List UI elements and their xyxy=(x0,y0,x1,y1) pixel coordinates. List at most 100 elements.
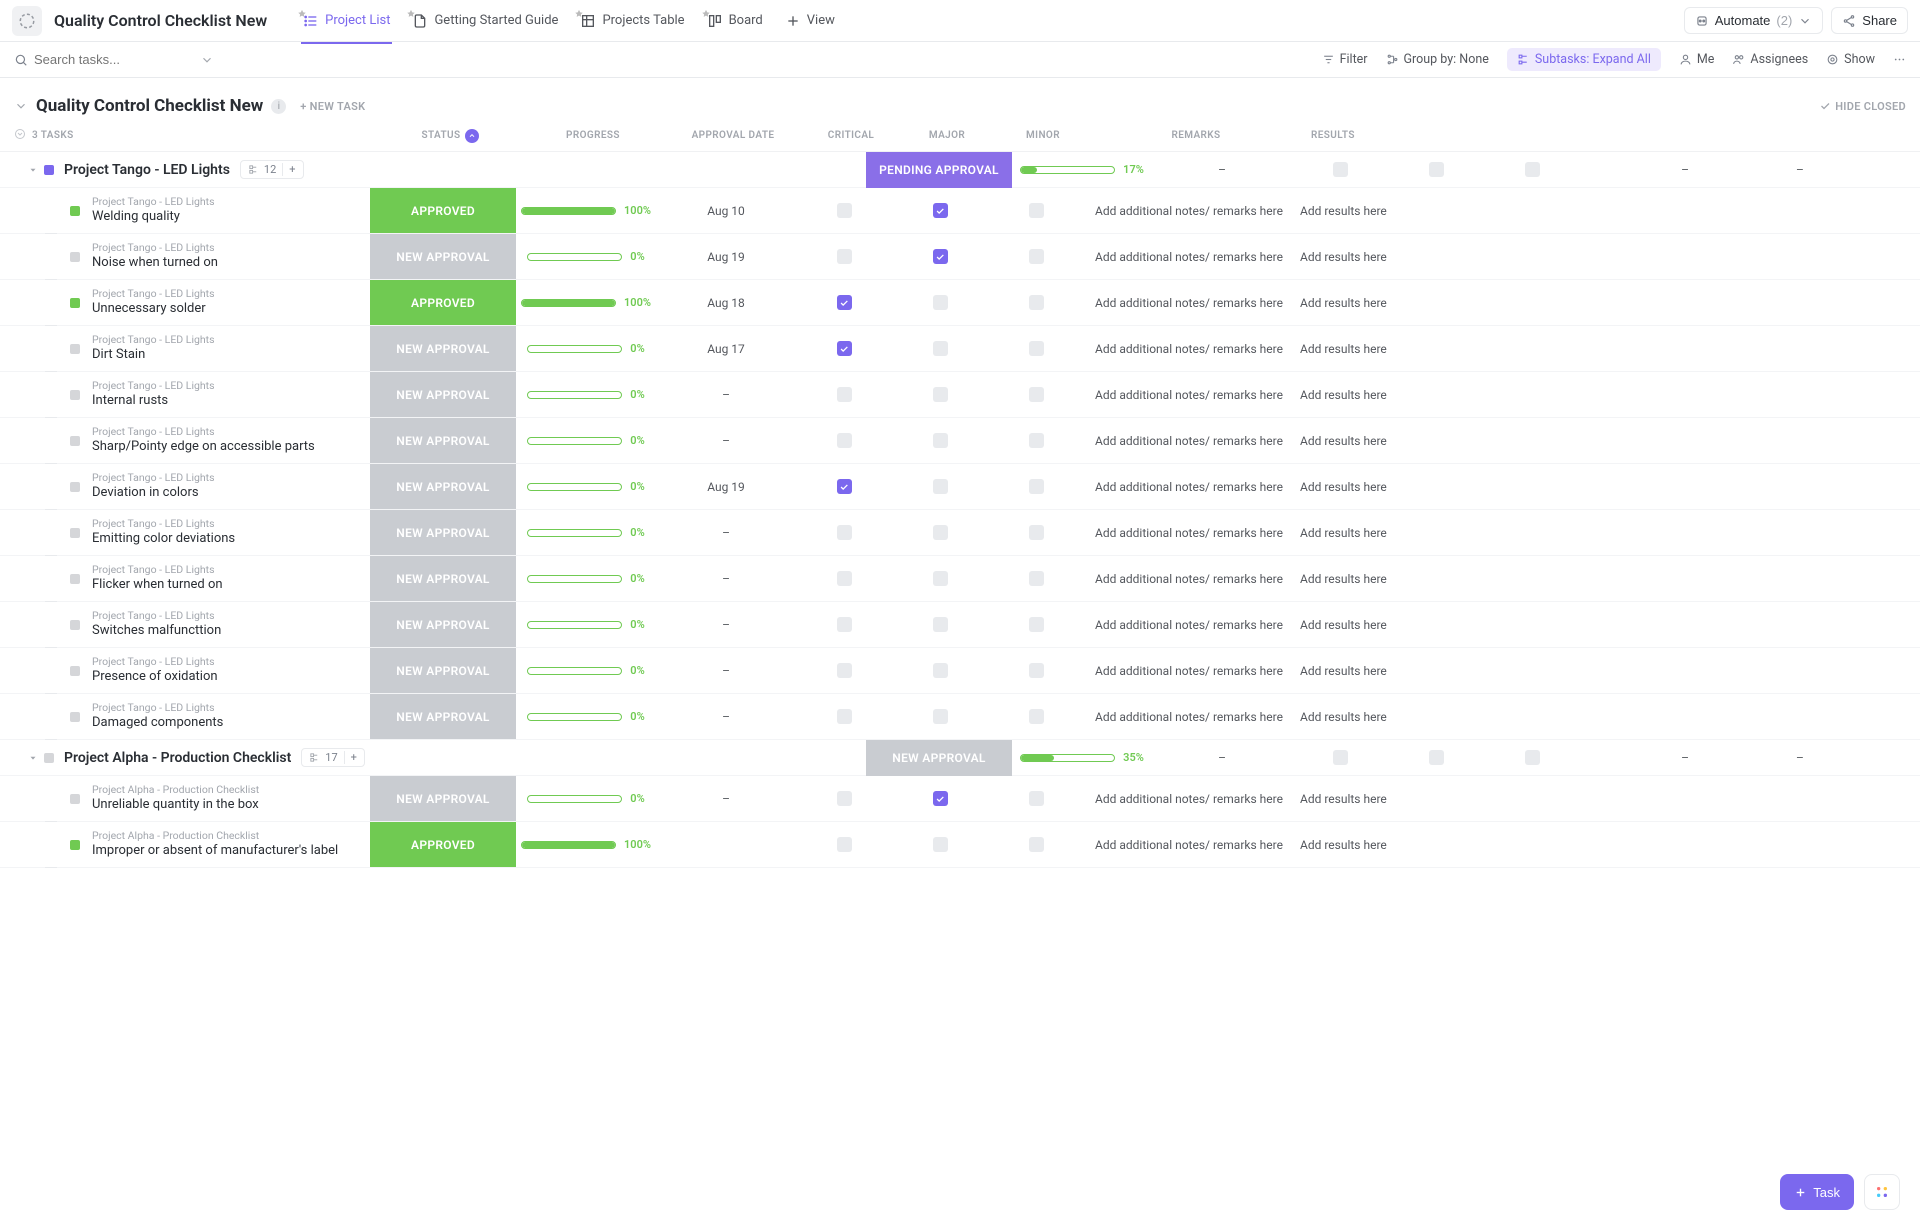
checkbox[interactable] xyxy=(837,709,852,724)
critical-cell[interactable] xyxy=(796,249,892,264)
col-approval-date[interactable]: APPROVAL DATE xyxy=(663,130,803,141)
status-cell[interactable]: PENDING APPROVAL xyxy=(866,152,1012,188)
date-cell[interactable]: – xyxy=(1152,163,1292,177)
task-status-square[interactable] xyxy=(70,252,80,262)
checkbox[interactable] xyxy=(1029,203,1044,218)
progress-cell[interactable]: 0% xyxy=(516,480,656,493)
assignees-button[interactable]: Assignees xyxy=(1732,52,1808,67)
info-icon[interactable]: i xyxy=(271,99,286,114)
results-cell[interactable]: – xyxy=(1790,163,1900,177)
date-cell[interactable]: – xyxy=(1152,751,1292,765)
major-cell[interactable] xyxy=(892,709,988,724)
minor-cell[interactable] xyxy=(988,617,1084,632)
major-cell[interactable] xyxy=(1388,162,1484,177)
critical-cell[interactable] xyxy=(796,525,892,540)
subtask-count-badge[interactable]: 12+ xyxy=(240,160,304,179)
remarks-cell[interactable]: Add additional notes/ remarks here xyxy=(1084,572,1294,586)
workspace-icon[interactable] xyxy=(12,6,42,36)
critical-cell[interactable] xyxy=(796,837,892,852)
task-status-square[interactable] xyxy=(70,794,80,804)
date-cell[interactable]: Aug 17 xyxy=(656,342,796,356)
results-cell[interactable]: Add results here xyxy=(1294,388,1404,402)
collapse-all-icon[interactable] xyxy=(14,128,26,140)
progress-cell[interactable]: 0% xyxy=(516,664,656,677)
checkbox[interactable] xyxy=(933,387,948,402)
major-cell[interactable] xyxy=(1388,750,1484,765)
major-cell[interactable] xyxy=(892,295,988,310)
groupby-button[interactable]: Group by: None xyxy=(1386,52,1489,67)
progress-cell[interactable]: 100% xyxy=(516,296,656,309)
caret-down-icon[interactable] xyxy=(28,165,38,175)
checkbox[interactable] xyxy=(1029,525,1044,540)
show-button[interactable]: Show xyxy=(1826,52,1875,67)
col-major[interactable]: MAJOR xyxy=(899,130,995,141)
checkbox[interactable] xyxy=(933,709,948,724)
status-cell[interactable]: APPROVED xyxy=(370,188,516,233)
minor-cell[interactable] xyxy=(988,387,1084,402)
major-cell[interactable] xyxy=(892,433,988,448)
status-cell[interactable]: NEW APPROVAL xyxy=(370,556,516,601)
remarks-cell[interactable]: Add additional notes/ remarks here xyxy=(1084,250,1294,264)
task-status-square[interactable] xyxy=(70,206,80,216)
view-tab-board[interactable]: Board xyxy=(697,7,773,35)
major-cell[interactable] xyxy=(892,387,988,402)
major-cell[interactable] xyxy=(892,617,988,632)
view-tab-project-list[interactable]: Project List xyxy=(293,7,400,35)
checkbox[interactable] xyxy=(837,791,852,806)
major-cell[interactable] xyxy=(892,203,988,218)
date-cell[interactable]: – xyxy=(656,618,796,632)
checkbox[interactable] xyxy=(837,571,852,586)
checkbox[interactable] xyxy=(837,663,852,678)
remarks-cell[interactable]: Add additional notes/ remarks here xyxy=(1084,838,1294,852)
minor-cell[interactable] xyxy=(988,791,1084,806)
task-title[interactable]: Project Tango - LED LightsInternal rusts xyxy=(92,379,370,410)
results-cell[interactable]: Add results here xyxy=(1294,434,1404,448)
checkbox[interactable] xyxy=(1333,750,1348,765)
date-cell[interactable]: Aug 19 xyxy=(656,250,796,264)
remarks-cell[interactable]: Add additional notes/ remarks here xyxy=(1084,618,1294,632)
checkbox[interactable] xyxy=(1029,387,1044,402)
checkbox[interactable] xyxy=(1029,791,1044,806)
major-cell[interactable] xyxy=(892,571,988,586)
checkbox[interactable] xyxy=(1029,341,1044,356)
task-title[interactable]: Project Alpha - Production ChecklistImpr… xyxy=(92,829,370,860)
checkbox[interactable] xyxy=(837,203,852,218)
status-cell[interactable]: NEW APPROVAL xyxy=(370,372,516,417)
date-cell[interactable]: – xyxy=(656,572,796,586)
col-status[interactable]: STATUS xyxy=(377,129,523,143)
checkbox[interactable] xyxy=(1029,663,1044,678)
checkbox[interactable] xyxy=(933,571,948,586)
task-status-square[interactable] xyxy=(70,344,80,354)
minor-cell[interactable] xyxy=(988,479,1084,494)
minor-cell[interactable] xyxy=(988,837,1084,852)
results-cell[interactable]: – xyxy=(1790,751,1900,765)
task-status-square[interactable] xyxy=(70,528,80,538)
minor-cell[interactable] xyxy=(1484,162,1580,177)
results-cell[interactable]: Add results here xyxy=(1294,204,1404,218)
col-critical[interactable]: CRITICAL xyxy=(803,130,899,141)
checkbox[interactable] xyxy=(837,479,852,494)
task-status-square[interactable] xyxy=(70,712,80,722)
progress-cell[interactable]: 0% xyxy=(516,618,656,631)
checkbox[interactable] xyxy=(933,249,948,264)
major-cell[interactable] xyxy=(892,837,988,852)
status-cell[interactable]: NEW APPROVAL xyxy=(370,234,516,279)
major-cell[interactable] xyxy=(892,791,988,806)
date-cell[interactable]: – xyxy=(656,710,796,724)
progress-cell[interactable]: 0% xyxy=(516,792,656,805)
more-icon[interactable] xyxy=(1893,53,1906,66)
major-cell[interactable] xyxy=(892,341,988,356)
results-cell[interactable]: Add results here xyxy=(1294,526,1404,540)
critical-cell[interactable] xyxy=(796,433,892,448)
view-tab-view[interactable]: View xyxy=(775,7,845,35)
progress-cell[interactable]: 35% xyxy=(1012,751,1152,764)
critical-cell[interactable] xyxy=(796,571,892,586)
progress-cell[interactable]: 100% xyxy=(516,204,656,217)
search-input[interactable] xyxy=(34,52,174,67)
status-cell[interactable]: APPROVED xyxy=(370,280,516,325)
results-cell[interactable]: Add results here xyxy=(1294,618,1404,632)
group-status-square[interactable] xyxy=(44,753,54,763)
progress-cell[interactable]: 0% xyxy=(516,526,656,539)
date-cell[interactable]: – xyxy=(656,792,796,806)
task-title[interactable]: Project Tango - LED LightsPresence of ox… xyxy=(92,655,370,686)
